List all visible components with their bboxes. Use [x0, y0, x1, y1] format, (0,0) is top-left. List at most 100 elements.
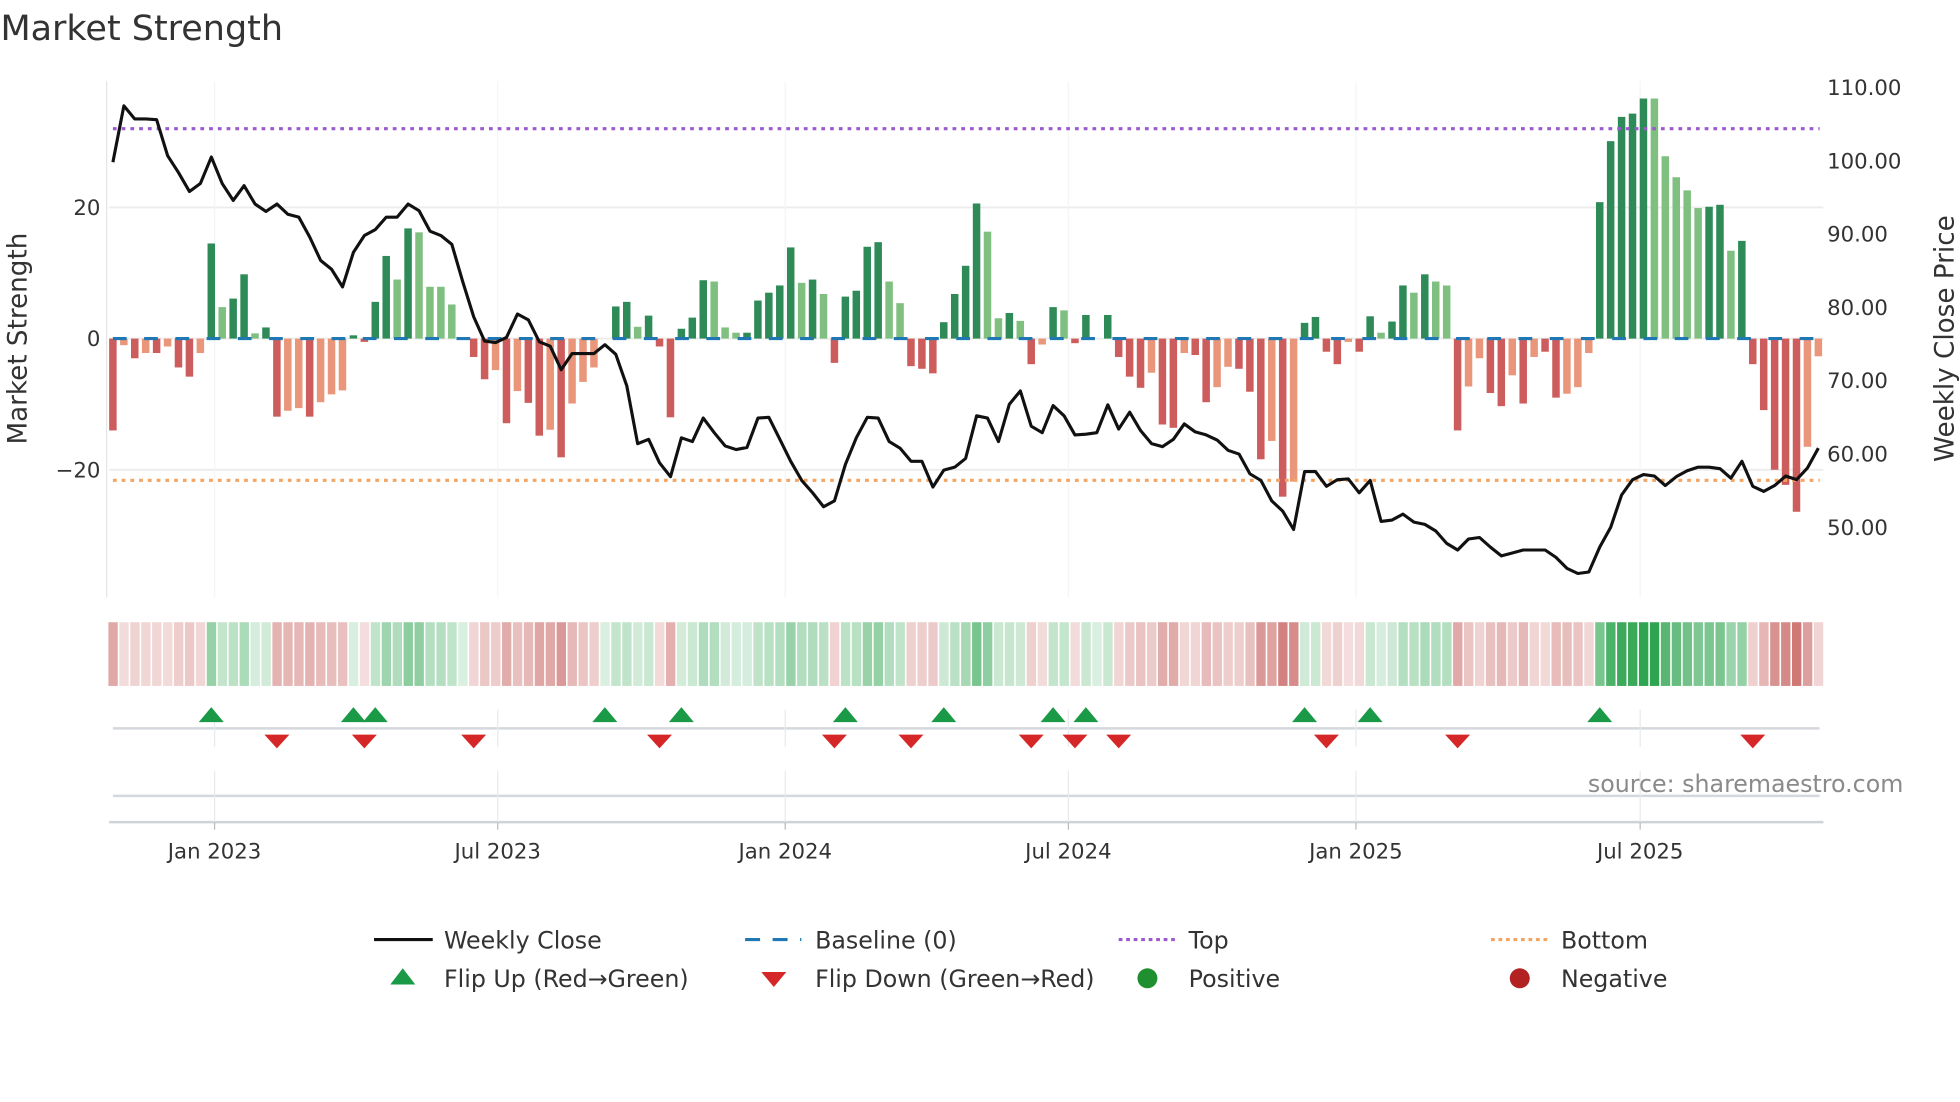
flip-up-marker	[340, 707, 366, 723]
strip-cell	[1770, 622, 1780, 686]
flip-down-marker	[1106, 734, 1132, 749]
flip-down-marker	[264, 734, 290, 749]
legend-label: Weekly Close	[444, 926, 602, 954]
strength-bar	[393, 279, 401, 339]
strength-bar	[579, 338, 587, 382]
y2-axis-label: Weekly Close Price	[1930, 215, 1960, 462]
strength-bar	[1366, 316, 1374, 339]
strip-cell	[1464, 622, 1474, 686]
strip-cell	[1048, 622, 1058, 686]
legend: Weekly Close Baseline (0) Top Bottom Flip Up…	[374, 926, 1667, 993]
strength-bar	[1136, 338, 1145, 388]
strip-cell	[633, 622, 643, 686]
strip-cell	[217, 622, 228, 686]
strength-bar	[644, 315, 653, 339]
strip-cell	[950, 622, 960, 686]
strength-bar	[196, 338, 205, 354]
strip-cell	[1595, 622, 1605, 686]
flip-up-marker	[1040, 707, 1066, 723]
strength-bar	[983, 231, 992, 339]
strength-bar	[1749, 338, 1757, 365]
strip-cell	[1507, 622, 1518, 686]
strength-bar	[1650, 98, 1659, 339]
strip-cell	[808, 622, 818, 686]
strip-cell	[1289, 622, 1299, 686]
strip-cell	[1114, 622, 1124, 686]
strength-bar	[469, 338, 478, 357]
flip-up-marker	[592, 707, 618, 723]
strength-bar	[841, 296, 850, 339]
strip-cell	[611, 622, 621, 686]
strip-cell	[163, 622, 173, 686]
strength-bar	[1246, 338, 1254, 392]
strip-cell	[1015, 622, 1026, 686]
strip-cell	[348, 622, 359, 686]
strip-cell	[1245, 622, 1255, 686]
strip-cell	[1223, 622, 1233, 686]
strength-bar	[1191, 338, 1199, 355]
strength-bar	[109, 338, 117, 431]
strength-bar	[535, 338, 544, 436]
strip-cell	[1343, 622, 1354, 686]
strip-cell	[1813, 622, 1824, 686]
strength-bar	[1431, 281, 1440, 339]
strip-cell	[840, 622, 851, 686]
flip-up-marker	[1587, 707, 1613, 723]
strip-cell	[819, 622, 829, 686]
strength-bar	[1716, 204, 1724, 339]
strength-bar	[710, 281, 718, 339]
strip-cell	[567, 622, 577, 686]
strength-bar	[1399, 285, 1407, 339]
strip-cell	[993, 622, 1004, 686]
strip-cell	[1234, 622, 1244, 686]
strip-cell	[250, 622, 260, 686]
strip-cell	[152, 622, 162, 686]
strength-bar	[1595, 202, 1604, 339]
strength-bar	[524, 338, 533, 403]
strength-bar	[994, 318, 1003, 339]
strength-bars	[109, 98, 1823, 512]
strip-cell	[764, 622, 774, 686]
strip-cell	[1682, 622, 1693, 686]
strength-bar	[896, 303, 904, 339]
strength-bar	[1661, 156, 1670, 339]
strip-cell	[414, 622, 424, 686]
strip-cell	[491, 622, 501, 686]
x-tick-label: Jan 2024	[736, 839, 832, 864]
y2-tick-label: 70.00	[1827, 369, 1888, 394]
strength-bar	[513, 338, 522, 392]
strip-cell	[1420, 622, 1430, 686]
strip-cell	[1354, 622, 1365, 686]
strip-cell	[239, 622, 249, 686]
strip-cell	[195, 622, 206, 686]
legend-label: Negative	[1561, 965, 1667, 993]
strength-bar	[1027, 338, 1035, 365]
y2-tick-label: 50.00	[1827, 516, 1888, 541]
strip-cell	[600, 622, 610, 686]
flip-up-marker	[668, 707, 694, 723]
strength-bar	[1727, 250, 1735, 339]
strength-bar	[1289, 338, 1298, 482]
strip-cell	[1474, 622, 1485, 686]
strength-bar	[415, 232, 423, 339]
strip-cell	[665, 622, 676, 686]
legend-label: Flip Down (Green→Red)	[815, 965, 1094, 993]
x-tick-label: Jan 2023	[166, 839, 262, 864]
strip-cell	[1617, 622, 1627, 686]
strip-cell	[1781, 622, 1791, 686]
legend-item: Flip Down (Green→Red)	[761, 965, 1095, 993]
legend-label: Positive	[1189, 965, 1280, 993]
strip-cell	[1146, 622, 1157, 686]
strength-bar	[612, 306, 620, 339]
strip-cell	[1442, 622, 1452, 686]
legend-item: Bottom	[1491, 926, 1648, 954]
strip-cell	[1256, 622, 1266, 686]
strip-cell	[622, 622, 632, 686]
strength-bar	[1202, 338, 1210, 403]
flip-up-marker	[1357, 707, 1383, 723]
strength-bar	[786, 247, 795, 339]
legend-item: Top	[1118, 926, 1229, 954]
strip-cell	[381, 622, 392, 686]
strength-bar	[426, 286, 434, 339]
strip-cell	[578, 622, 588, 686]
